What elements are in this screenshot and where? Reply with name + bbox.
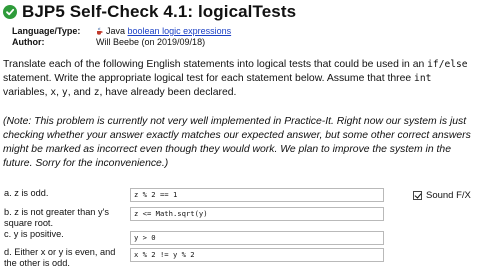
answer-input-d[interactable]: x % 2 != y % 2	[130, 248, 384, 262]
author-label: Author:	[12, 37, 45, 47]
sound-toggle[interactable]: Sound F/X	[413, 190, 471, 201]
note-paragraph: (Note: This problem is currently not ver…	[3, 116, 471, 169]
problem-meta: Language/Type: Java boolean logic expres…	[12, 26, 231, 48]
sound-label: Sound F/X	[426, 190, 471, 201]
language-label: Language/Type:	[12, 26, 81, 36]
language-prefix: Java	[106, 26, 126, 36]
answer-input-c[interactable]: y > 0	[130, 231, 384, 245]
answer-input-a[interactable]: z % 2 == 1	[130, 188, 384, 202]
page-title: BJP5 Self-Check 4.1: logicalTests	[22, 2, 297, 21]
solved-check-icon	[3, 5, 17, 19]
java-cup-icon	[97, 27, 103, 35]
author-value: Will Beebe (on 2019/09/18)	[96, 37, 206, 47]
answer-input-b[interactable]: z <= Math.sqrt(y)	[130, 207, 384, 221]
code-int: int	[414, 73, 432, 84]
language-value: Java boolean logic expressions	[96, 26, 231, 37]
question-label-b: b. z is not greater than y's square root…	[4, 207, 109, 228]
question-label-d: d. Either x or y is even, and the other …	[4, 247, 116, 268]
title-row: BJP5 Self-Check 4.1: logicalTests	[3, 2, 296, 22]
question-label-a: a. z is odd.	[4, 188, 49, 198]
language-topic-link[interactable]: boolean logic expressions	[128, 26, 232, 36]
question-label-c: c. y is positive.	[4, 229, 64, 239]
instructions-paragraph: Translate each of the following English …	[3, 59, 468, 98]
sound-checkbox[interactable]	[413, 191, 422, 200]
code-ifelse: if/else	[427, 59, 468, 70]
